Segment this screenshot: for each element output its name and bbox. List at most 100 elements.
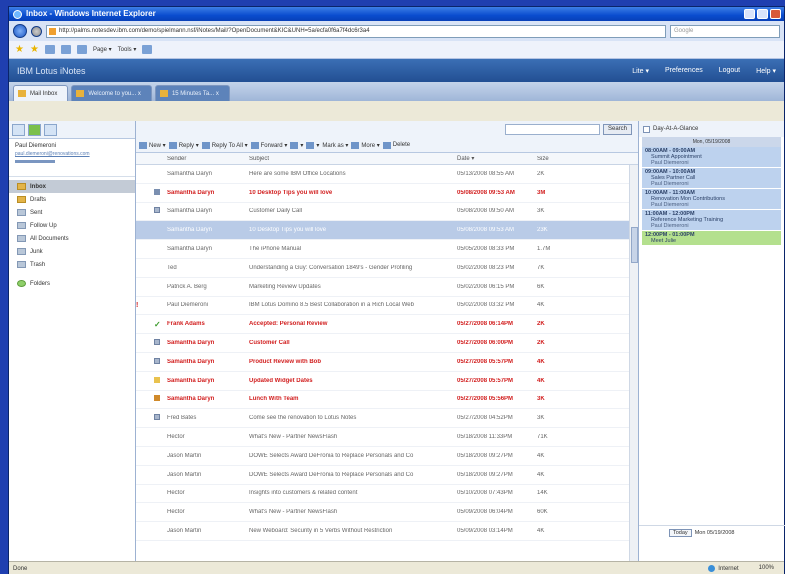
- type-cell: [150, 339, 164, 347]
- mail-row[interactable]: Samantha Daryn Customer Call 05/27/2008 06…: [136, 334, 638, 353]
- contacts-view-icon[interactable]: [44, 124, 57, 136]
- calendar-appointment[interactable]: 11:00AM - 12:00PM Reference Marketing Tra…: [642, 210, 781, 231]
- mail-list-scrollbar[interactable]: [629, 165, 638, 561]
- nav-item-sent[interactable]: Sent: [9, 206, 135, 219]
- user-email[interactable]: paul.diemeroni@renovations.com: [15, 151, 129, 157]
- zoom-level[interactable]: 100%: [759, 565, 774, 572]
- nav-item-inbox[interactable]: Inbox: [9, 180, 135, 193]
- mail-row[interactable]: Samantha Daryn Updated Widget Dates 05/27/…: [136, 372, 638, 391]
- date-column-header[interactable]: Date ▾: [454, 155, 534, 162]
- folder-button[interactable]: ▾: [290, 141, 303, 149]
- mail-row[interactable]: Samantha Daryn Product Review with Bob 05/…: [136, 353, 638, 372]
- home-icon[interactable]: [60, 45, 71, 54]
- mail-row[interactable]: Jason Martin DOWE Selects Award DeFronia …: [136, 447, 638, 466]
- mail-row[interactable]: Ted Understanding a Guy: Conversation 184…: [136, 259, 638, 278]
- mail-row[interactable]: Fred Bates Come see the renovation to Lot…: [136, 409, 638, 429]
- nav-item-folders[interactable]: Folders: [9, 277, 135, 290]
- close-window-button[interactable]: [770, 9, 781, 19]
- tab-label: Welcome to you... x: [88, 91, 141, 97]
- follow-up-button[interactable]: ▾: [306, 141, 319, 149]
- appointment-person: Paul Diemeroni: [651, 223, 689, 229]
- calendar-appointment[interactable]: 12:00PM - 01:00PM Meet Julie: [642, 231, 781, 246]
- tab-15-minutes[interactable]: 15 Minutes Ta... x: [154, 85, 230, 101]
- lite-link[interactable]: Lite ▾: [632, 67, 649, 75]
- logout-link[interactable]: Logout: [719, 67, 740, 75]
- tab-label: Mail Inbox: [30, 91, 58, 97]
- flag-cell[interactable]: !: [136, 302, 150, 309]
- nav-item-drafts[interactable]: Drafts: [9, 193, 135, 206]
- mail-search-input[interactable]: [504, 124, 600, 135]
- mail-row[interactable]: ! Paul Diemeroni IBM Lotus Domino 8.5 Best…: [136, 297, 638, 316]
- help-link[interactable]: Help ▾: [756, 67, 776, 75]
- status-text: Done: [13, 565, 28, 572]
- sender-cell: Ted: [167, 264, 177, 271]
- help-icon[interactable]: [142, 45, 153, 54]
- appointment-title: Meet Julie: [651, 238, 677, 244]
- nav-item-trash[interactable]: Trash: [9, 258, 135, 271]
- new-icon: [139, 141, 147, 149]
- reply-all-button[interactable]: Reply To All ▾: [201, 141, 248, 149]
- browser-search-input[interactable]: Google: [670, 24, 780, 38]
- sender-cell: Patrick A. Berg: [167, 283, 207, 290]
- calendar-view-icon[interactable]: [28, 124, 41, 136]
- today-button[interactable]: Today: [669, 528, 692, 537]
- mail-row[interactable]: ✓ Frank Adams Accepted: Personal Review 05/…: [136, 315, 638, 335]
- mail-row[interactable]: Samantha Daryn The iPhone Manual 05/05/200…: [136, 240, 638, 259]
- calendar-toggle-checkbox[interactable]: [643, 125, 650, 133]
- document-icon: [154, 376, 160, 383]
- size-cell: 71K: [537, 434, 548, 441]
- calendar-appointment[interactable]: 09:00AM - 10:00AM Sales Partner Call Paul …: [642, 168, 781, 189]
- delete-button[interactable]: Delete: [382, 141, 410, 149]
- mail-row[interactable]: Patrick A. Berg Marketing Review Updates 0…: [136, 278, 638, 297]
- size-column-header[interactable]: Size: [534, 156, 564, 162]
- forward-button[interactable]: [31, 25, 42, 37]
- new-button[interactable]: New ▾: [139, 141, 166, 149]
- tab-mail-inbox[interactable]: Mail Inbox: [13, 85, 69, 101]
- nav-item-junk[interactable]: Junk: [9, 245, 135, 258]
- mail-row[interactable]: Jason Martin DOWE Selects Award DeFronia …: [136, 466, 638, 485]
- nav-item-all-documents[interactable]: All Documents: [9, 232, 135, 245]
- mail-row[interactable]: Samantha Daryn 10 Desktop Tips you will l…: [136, 184, 638, 203]
- tools-menu[interactable]: Tools ▾: [118, 46, 137, 53]
- size-cell: 4K: [537, 452, 545, 459]
- tab-welcome[interactable]: Welcome to you... x: [71, 85, 152, 101]
- page-menu[interactable]: Page ▾: [93, 46, 112, 53]
- mail-row[interactable]: Samantha Daryn 10 Desktop Tips you will l…: [136, 221, 638, 241]
- nav-item-follow-up[interactable]: Follow Up: [9, 219, 135, 232]
- date-cell: 05/27/2008 05:57PM: [457, 358, 514, 365]
- scrollbar-thumb[interactable]: [631, 227, 638, 263]
- reply-button[interactable]: Reply ▾: [168, 141, 199, 149]
- mail-list: Samantha Daryn Here are some IBM Office L…: [136, 165, 638, 561]
- subject-cell: Understanding a Guy: Conversation 1849's…: [249, 264, 413, 271]
- add-favorite-icon[interactable]: ★: [30, 44, 39, 55]
- url-field[interactable]: http://palms.notesdev.ibm.com/demo/spiel…: [46, 24, 666, 38]
- type-cell: [150, 376, 164, 385]
- mail-row[interactable]: Hector Insights into customers & related …: [136, 485, 638, 504]
- forward-mail-button[interactable]: Forward ▾: [250, 141, 287, 149]
- minimize-button[interactable]: [744, 9, 755, 19]
- reply-icon: [168, 141, 177, 149]
- tab-list-icon[interactable]: [44, 45, 55, 54]
- back-button[interactable]: [13, 24, 27, 38]
- mail-row[interactable]: Jason Martin New Weboard: Security in 5 V…: [136, 522, 638, 541]
- more-button[interactable]: More ▾: [351, 141, 380, 149]
- mail-row[interactable]: Samantha Daryn Lunch With Team 05/27/2008 …: [136, 391, 638, 410]
- preferences-link[interactable]: Preferences: [665, 67, 703, 75]
- sender-cell: Hector: [167, 434, 185, 441]
- mark-as-button[interactable]: Mark as ▾: [322, 142, 348, 149]
- calendar-appointment[interactable]: 08:00AM - 09:00AM Summit Appointment Paul …: [642, 147, 781, 168]
- favorites-star-icon[interactable]: ★: [15, 44, 24, 55]
- mail-row[interactable]: Samantha Daryn Customer Daily Call 05/08/2…: [136, 203, 638, 222]
- subject-cell: 10 Desktop Tips you will love: [249, 227, 327, 234]
- mail-view-icon[interactable]: [12, 124, 25, 136]
- maximize-button[interactable]: [757, 9, 768, 19]
- date-cell: 05/18/2008 09:27PM: [457, 471, 513, 478]
- feeds-icon[interactable]: [76, 45, 87, 54]
- mail-row[interactable]: Samantha Daryn Here are some IBM Office L…: [136, 165, 638, 184]
- mail-row[interactable]: Hector What's New - Partner NewsFlash 05/1…: [136, 428, 638, 447]
- calendar-appointment[interactable]: 10:00AM - 11:00AM Renovation Mon Contribu…: [642, 189, 781, 210]
- search-button[interactable]: Search: [602, 124, 632, 135]
- subject-column-header[interactable]: Subject: [246, 156, 454, 162]
- sender-column-header[interactable]: Sender: [164, 156, 246, 162]
- mail-row[interactable]: Hector What's New - Partner NewsFlash 05/0…: [136, 503, 638, 523]
